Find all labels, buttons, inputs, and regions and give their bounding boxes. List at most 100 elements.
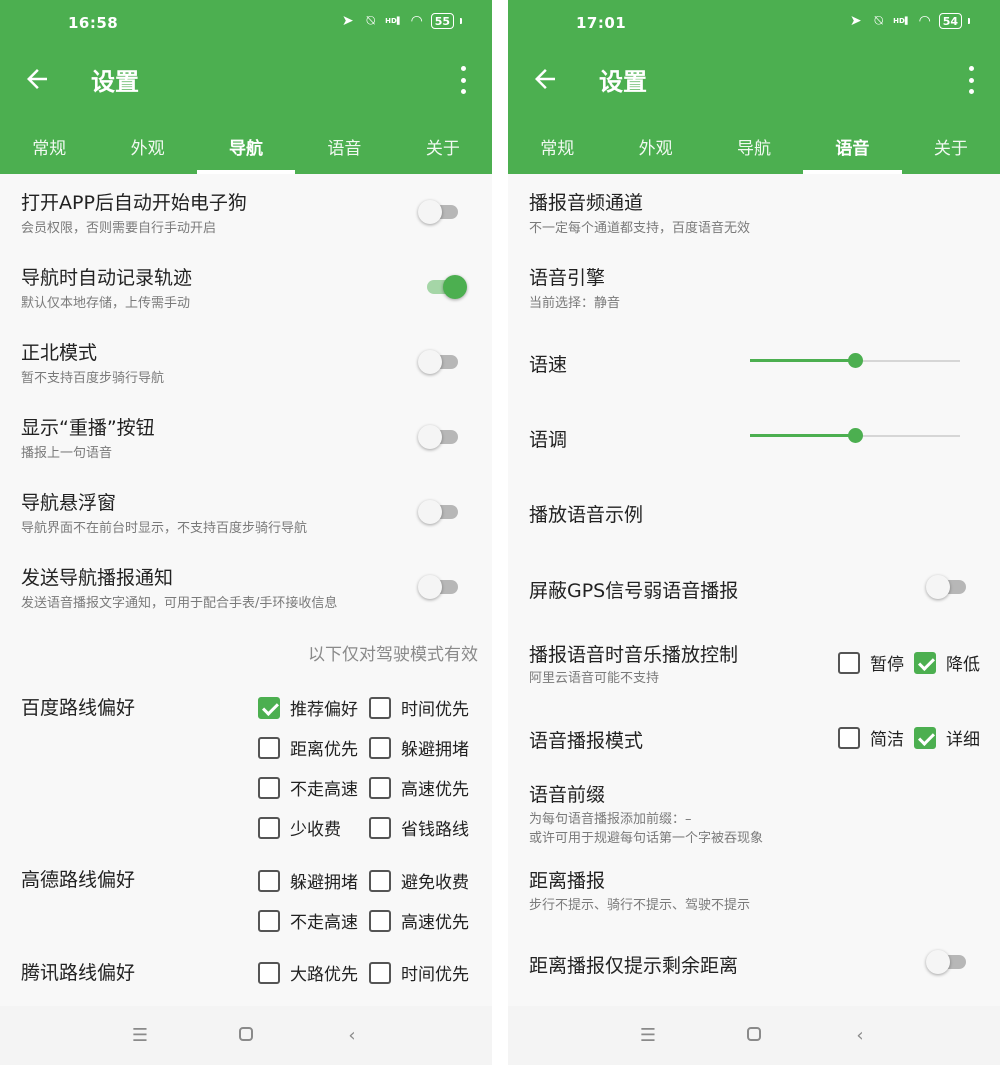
setting-north-up[interactable]: 正北模式 暂不支持百度步骑行导航 xyxy=(0,324,492,399)
checkbox-highway-first[interactable]: 高速优先 xyxy=(369,775,469,800)
checkbox-recommended[interactable]: 推荐偏好 xyxy=(258,695,358,720)
back-nav-icon[interactable]: ‹ xyxy=(339,1025,365,1046)
slider-thumb[interactable] xyxy=(848,353,863,368)
status-icons: ➤ ⍉ HD▌ ◠ 54 xyxy=(847,13,970,29)
back-arrow-icon[interactable] xyxy=(530,64,560,94)
menu-icon[interactable]: ☰ xyxy=(635,1025,661,1046)
setting-broadcast-notification[interactable]: 发送导航播报通知 发送语音播报文字通知，可用于配合手表/手环接收信息 xyxy=(0,549,492,624)
tab-voice[interactable]: 语音 xyxy=(295,118,393,174)
settings-list: 播报音频通道 不一定每个通道都支持，百度语音无效 语音引擎 当前选择：静音 语速… xyxy=(508,174,1000,1006)
battery-cap xyxy=(968,18,970,24)
checkbox-avoid-congestion[interactable]: 躲避拥堵 xyxy=(369,735,469,760)
setting-audio-channel[interactable]: 播报音频通道 不一定每个通道都支持，百度语音无效 xyxy=(508,174,1000,249)
tab-voice[interactable]: 语音 xyxy=(803,118,903,174)
checkbox-highway-first[interactable]: 高速优先 xyxy=(369,908,469,933)
setting-title: 显示“重播”按钮 xyxy=(21,417,155,439)
status-icons: ➤ ⍉ HD▌ ◠ 55 xyxy=(339,13,462,29)
setting-subtitle: 为每句语音播报添加前缀：– xyxy=(529,812,692,827)
setting-mute-weak-gps[interactable]: 屏蔽GPS信号弱语音播报 xyxy=(508,549,1000,624)
setting-title: 语音播报模式 xyxy=(529,730,644,752)
setting-replay-button[interactable]: 显示“重播”按钮 播报上一句语音 xyxy=(0,399,492,474)
checkbox-detailed[interactable]: 详细 xyxy=(914,725,980,750)
setting-title: 导航悬浮窗 xyxy=(21,492,117,514)
setting-title: 语调 xyxy=(529,429,568,451)
checkbox-no-highway[interactable]: 不走高速 xyxy=(258,775,358,800)
mute-icon: ⍉ xyxy=(366,13,375,29)
home-icon[interactable] xyxy=(741,1025,767,1046)
slider-thumb[interactable] xyxy=(848,428,863,443)
mute-icon: ⍉ xyxy=(874,13,883,29)
tab-about[interactable]: 关于 xyxy=(902,118,1000,174)
setting-title: 播报语音时音乐播放控制 xyxy=(529,644,739,666)
checkbox-pause[interactable]: 暂停 xyxy=(838,650,904,675)
setting-title: 距离播报 xyxy=(529,870,606,892)
checkbox-lower[interactable]: 降低 xyxy=(914,650,980,675)
setting-title: 距离播报仅提示剩余距离 xyxy=(529,955,739,977)
setting-subtitle: 不一定每个通道都支持，百度语音无效 xyxy=(529,221,751,236)
back-arrow-icon[interactable] xyxy=(22,64,52,94)
setting-music-control: 播报语音时音乐播放控制 阿里云语音可能不支持 暂停 降低 xyxy=(508,624,1000,699)
setting-title: 播放语音示例 xyxy=(529,504,644,526)
toggle-switch[interactable] xyxy=(418,200,458,224)
driving-mode-note: 以下仅对驾驶模式有效 xyxy=(308,645,478,665)
setting-subtitle: 当前选择：静音 xyxy=(529,296,621,311)
tencent-route-pref-label: 腾讯路线偏好 xyxy=(21,962,136,984)
checkbox-avoid-toll[interactable]: 避免收费 xyxy=(369,868,469,893)
toggle-switch[interactable] xyxy=(418,575,458,599)
setting-distance-broadcast[interactable]: 距离播报 步行不提示、骑行不提示、驾驶不提示 xyxy=(508,854,1000,929)
setting-subtitle: 阿里云语音可能不支持 xyxy=(529,671,660,686)
checkbox-main-road-first[interactable]: 大路优先 xyxy=(258,960,358,985)
tab-appearance[interactable]: 外观 xyxy=(606,118,704,174)
setting-voice-engine[interactable]: 语音引擎 当前选择：静音 xyxy=(508,249,1000,324)
pitch-slider[interactable] xyxy=(750,428,960,444)
checkbox-time-first[interactable]: 时间优先 xyxy=(369,695,469,720)
tab-about[interactable]: 关于 xyxy=(394,118,492,174)
menu-icon[interactable]: ☰ xyxy=(127,1025,153,1046)
setting-title: 导航时自动记录轨迹 xyxy=(21,267,193,289)
toggle-switch[interactable] xyxy=(418,425,458,449)
checkbox-less-toll[interactable]: 少收费 xyxy=(258,815,341,840)
tab-navigation[interactable]: 导航 xyxy=(705,118,803,174)
more-options-icon[interactable] xyxy=(456,66,470,94)
tab-navigation[interactable]: 导航 xyxy=(196,118,296,174)
battery-cap xyxy=(460,18,462,24)
toggle-switch[interactable] xyxy=(926,575,966,599)
setting-auto-record-track[interactable]: 导航时自动记录轨迹 默认仅本地存储，上传需手动 xyxy=(0,249,492,324)
setting-title: 语音引擎 xyxy=(529,267,606,289)
checkbox-no-highway[interactable]: 不走高速 xyxy=(258,908,358,933)
home-icon[interactable] xyxy=(233,1025,259,1046)
app-bar: 17:01 ➤ ⍉ HD▌ ◠ 54 设置 常规 外观 导航 语音 关于 xyxy=(508,0,1000,174)
checkbox-concise[interactable]: 简洁 xyxy=(838,725,904,750)
setting-subtitle: 导航界面不在前台时显示，不支持百度步骑行导航 xyxy=(21,521,308,536)
setting-title: 语速 xyxy=(529,354,568,376)
setting-distance-remaining[interactable]: 距离播报仅提示剩余距离 xyxy=(508,929,1000,1004)
toggle-switch[interactable] xyxy=(418,500,458,524)
page-title: 设置 xyxy=(599,68,647,96)
checkbox-avoid-congestion[interactable]: 躲避拥堵 xyxy=(258,868,358,893)
speech-rate-slider[interactable] xyxy=(750,353,960,369)
tab-appearance[interactable]: 外观 xyxy=(98,118,196,174)
gaode-route-pref-label: 高德路线偏好 xyxy=(21,869,136,891)
setting-title: 正北模式 xyxy=(21,342,98,364)
setting-subtitle: 会员权限，否则需要自行手动开启 xyxy=(21,221,217,236)
back-nav-icon[interactable]: ‹ xyxy=(847,1025,873,1046)
checkbox-distance-first[interactable]: 距离优先 xyxy=(258,735,358,760)
setting-title: 屏蔽GPS信号弱语音播报 xyxy=(529,580,739,602)
setting-auto-start-dog[interactable]: 打开APP后自动开始电子狗 会员权限，否则需要自行手动开启 xyxy=(0,174,492,249)
setting-play-sample[interactable]: 播放语音示例 xyxy=(508,474,1000,549)
system-nav-bar: ☰ ‹ xyxy=(0,1006,492,1065)
tab-general[interactable]: 常规 xyxy=(508,118,606,174)
toggle-switch[interactable] xyxy=(418,350,458,374)
toggle-switch[interactable] xyxy=(427,275,467,299)
more-options-icon[interactable] xyxy=(964,66,978,94)
toggle-switch[interactable] xyxy=(926,950,966,974)
checkbox-time-first[interactable]: 时间优先 xyxy=(369,960,469,985)
setting-title: 语音前缀 xyxy=(529,784,606,806)
setting-title: 打开APP后自动开始电子狗 xyxy=(21,192,247,214)
setting-voice-prefix[interactable]: 语音前缀 为每句语音播报添加前缀：– 或许可用于规避每句话第一个字被吞现象 xyxy=(508,774,1000,854)
checkbox-save-money[interactable]: 省钱路线 xyxy=(369,815,469,840)
app-bar: 16:58 ➤ ⍉ HD▌ ◠ 55 设置 常规 外观 导航 语音 关于 xyxy=(0,0,492,174)
tab-general[interactable]: 常规 xyxy=(0,118,98,174)
setting-floating-window[interactable]: 导航悬浮窗 导航界面不在前台时显示，不支持百度步骑行导航 xyxy=(0,474,492,549)
setting-speech-rate: 语速 xyxy=(508,324,1000,399)
